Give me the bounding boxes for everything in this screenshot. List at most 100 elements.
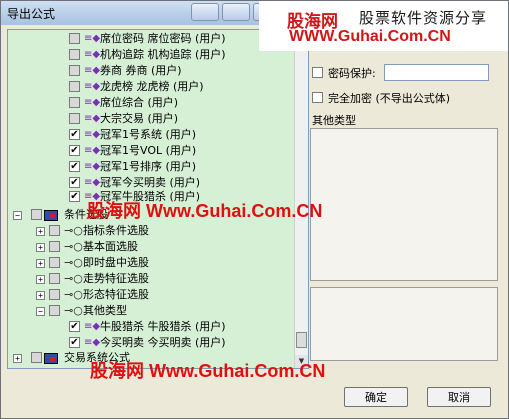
formula-icon: ≡◆ — [84, 65, 101, 76]
tree-row-label: 冠军1号排序 (用户) — [100, 160, 197, 173]
tree-row[interactable]: ✔ ≡◆ 冠军1号系统 (用户) — [8, 127, 292, 143]
formula-icon: ≡◆ — [84, 33, 101, 44]
collapse-icon[interactable]: − — [36, 307, 45, 316]
key-icon: ⊸○ — [64, 224, 83, 237]
formula-icon: ≡◆ — [84, 145, 101, 156]
row-checkbox[interactable] — [69, 97, 80, 108]
module-icon — [44, 210, 58, 221]
minimize-button[interactable] — [191, 3, 219, 21]
row-checkbox[interactable] — [49, 289, 60, 300]
row-checkbox[interactable]: ✔ — [69, 161, 80, 172]
tree-row-label: 走势特征选股 — [83, 272, 149, 285]
watermark-overlay-middle: 股海网 Www.Guhai.Com.CN — [87, 197, 322, 223]
row-checkbox[interactable] — [69, 65, 80, 76]
tree-row[interactable]: ✔ ≡◆ 冠军1号VOL (用户) — [8, 143, 292, 159]
cancel-button[interactable]: 取消 — [427, 387, 491, 407]
tree-row[interactable]: ≡◆ 席位综合 (用户) — [8, 95, 292, 111]
row-checkbox[interactable]: ✔ — [69, 129, 80, 140]
tree-row[interactable]: ✔ ≡◆ 牛股猎杀 牛股猎杀 (用户) — [8, 319, 292, 335]
tree-row[interactable]: + ⊸○ 形态特征选股 — [8, 287, 292, 303]
watermark-logo: 股海网 — [87, 201, 141, 222]
expand-icon[interactable]: + — [36, 243, 45, 252]
row-checkbox[interactable] — [49, 305, 60, 316]
expand-icon[interactable]: + — [36, 291, 45, 300]
key-icon: ⊸○ — [64, 256, 83, 269]
tree-row-label: 机构追踪 机构追踪 (用户) — [100, 48, 226, 61]
scroll-thumb[interactable] — [296, 332, 307, 348]
formula-icon: ≡◆ — [84, 81, 101, 92]
options-panel: 密码保护: 完全加密 (不导出公式体) 其他类型 — [310, 29, 504, 367]
tree-row-label: 牛股猎杀 牛股猎杀 (用户) — [100, 320, 226, 333]
row-checkbox[interactable]: ✔ — [69, 145, 80, 156]
row-checkbox[interactable]: ✔ — [69, 177, 80, 188]
tree-row-label: 券商 券商 (用户) — [100, 64, 182, 77]
maximize-button[interactable] — [222, 3, 250, 21]
key-icon: ⊸○ — [64, 240, 83, 253]
tree-row[interactable]: ≡◆ 机构追踪 机构追踪 (用户) — [8, 47, 292, 63]
tree-row-label: 形态特征选股 — [83, 288, 149, 301]
watermark-url: Www.Guhai.Com.CN — [146, 201, 323, 221]
row-checkbox[interactable]: ✔ — [69, 337, 80, 348]
row-checkbox[interactable] — [31, 352, 42, 363]
tree-row-label: 其他类型 — [83, 304, 127, 317]
tree-row-label: 冠军1号系统 (用户) — [100, 128, 197, 141]
tree-row[interactable]: ≡◆ 券商 券商 (用户) — [8, 63, 292, 79]
key-icon: ⊸○ — [64, 272, 83, 285]
tree-row[interactable]: ✔ ≡◆ 冠军1号排序 (用户) — [8, 159, 292, 175]
expand-icon[interactable]: + — [36, 259, 45, 268]
tree-row[interactable]: + ⊸○ 即时盘中选股 — [8, 255, 292, 271]
tree-row[interactable]: ✔ ≡◆ 今买明卖 今买明卖 (用户) — [8, 335, 292, 351]
tree-row[interactable]: ≡◆ 大宗交易 (用户) — [8, 111, 292, 127]
tree-row-label: 今买明卖 今买明卖 (用户) — [100, 336, 226, 349]
password-protect-label: 密码保护: — [328, 67, 376, 80]
tree-row-label: 龙虎榜 龙虎榜 (用户) — [100, 80, 204, 93]
row-checkbox[interactable]: ✔ — [69, 191, 80, 202]
formula-icon: ≡◆ — [84, 113, 101, 124]
description-box — [310, 287, 498, 361]
module-icon — [44, 353, 58, 364]
row-checkbox[interactable] — [49, 225, 60, 236]
key-icon: ⊸○ — [64, 304, 83, 317]
watermark-url: Www.Guhai.Com.CN — [149, 361, 326, 381]
tree-row-label: 席位综合 (用户) — [100, 96, 179, 109]
watermark-banner: 股海网 股票软件资源分享 WWW.Guhai.Com.CN — [259, 1, 508, 51]
tree-row[interactable]: + ⊸○ 走势特征选股 — [8, 271, 292, 287]
full-encrypt-checkbox[interactable] — [312, 92, 323, 103]
expand-icon[interactable]: + — [36, 275, 45, 284]
formula-icon: ≡◆ — [84, 97, 101, 108]
category-list[interactable] — [310, 128, 498, 281]
tree-row-label: 冠军1号VOL (用户) — [100, 144, 197, 157]
password-field[interactable] — [384, 64, 489, 81]
export-formula-dialog: 导出公式 ≡◆ 席位密码 席位密码 (用户) ≡◆ 机构追踪 机构追踪 (用户) ≡◆ 券… — [0, 0, 509, 419]
row-checkbox[interactable] — [69, 81, 80, 92]
watermark-overlay-bottom: 股海网 Www.Guhai.Com.CN — [90, 357, 325, 383]
password-protect-checkbox[interactable] — [312, 67, 323, 78]
collapse-icon[interactable]: − — [13, 211, 22, 220]
ok-button[interactable]: 确定 — [344, 387, 408, 407]
row-checkbox[interactable] — [69, 33, 80, 44]
row-checkbox[interactable] — [69, 49, 80, 60]
tree-row[interactable]: − ⊸○ 其他类型 — [8, 303, 292, 319]
row-checkbox[interactable] — [69, 113, 80, 124]
row-checkbox[interactable] — [49, 241, 60, 252]
tree-row-label: 指标条件选股 — [83, 224, 149, 237]
tree-row[interactable]: ≡◆ 龙虎榜 龙虎榜 (用户) — [8, 79, 292, 95]
tree-row[interactable]: + ⊸○ 指标条件选股 — [8, 223, 292, 239]
full-encrypt-label: 完全加密 (不导出公式体) — [328, 92, 451, 105]
expand-icon[interactable]: + — [36, 227, 45, 236]
watermark-logo: 股海网 — [90, 361, 144, 382]
formula-icon: ≡◆ — [84, 177, 101, 188]
window-title: 导出公式 — [7, 7, 56, 21]
tree-row[interactable]: + ⊸○ 基本面选股 — [8, 239, 292, 255]
row-checkbox[interactable] — [49, 273, 60, 284]
tree-row-label: 大宗交易 (用户) — [100, 112, 179, 125]
row-checkbox[interactable]: ✔ — [69, 321, 80, 332]
tree-row-label: 席位密码 席位密码 (用户) — [100, 32, 226, 45]
formula-icon: ≡◆ — [84, 337, 101, 348]
row-checkbox[interactable] — [31, 209, 42, 220]
row-checkbox[interactable] — [49, 257, 60, 268]
watermark-tagline: 股票软件资源分享 — [359, 9, 488, 27]
formula-icon: ≡◆ — [84, 49, 101, 60]
expand-icon[interactable]: + — [13, 354, 22, 363]
tree-row[interactable]: ≡◆ 席位密码 席位密码 (用户) — [8, 31, 292, 47]
